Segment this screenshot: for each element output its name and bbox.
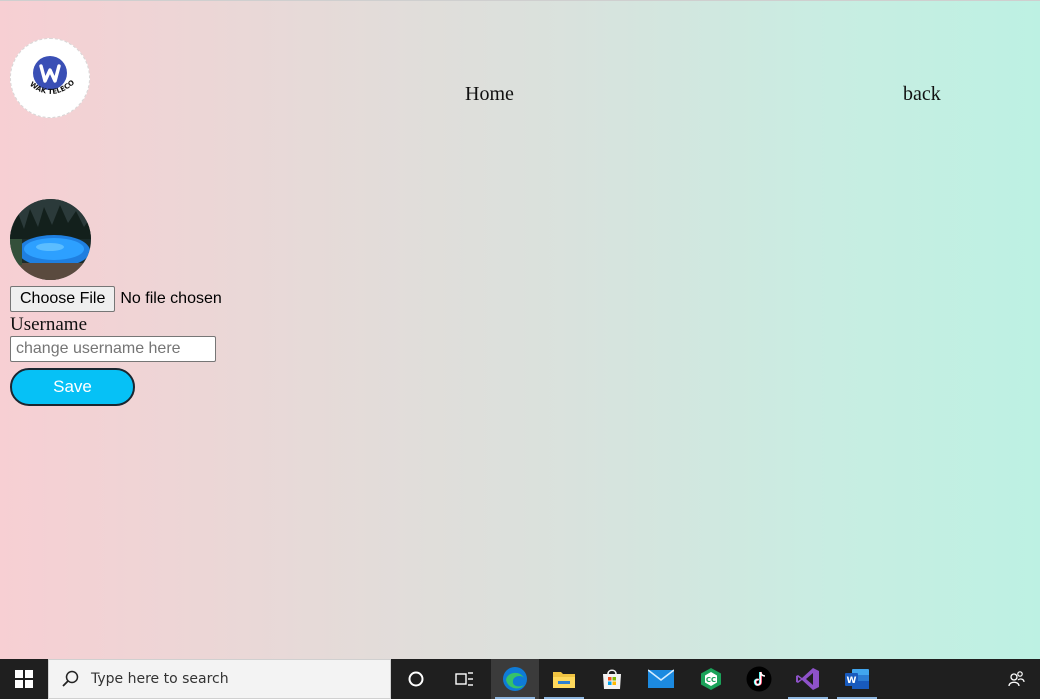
cortana-icon bbox=[408, 671, 424, 687]
search-placeholder: Type here to search bbox=[91, 671, 229, 687]
profile-avatar bbox=[10, 199, 91, 280]
taskbar-file-explorer[interactable] bbox=[540, 659, 588, 699]
file-explorer-icon bbox=[553, 672, 575, 688]
mail-icon bbox=[648, 669, 674, 688]
username-label: Username bbox=[10, 314, 88, 335]
nav-back-link[interactable]: back bbox=[903, 83, 941, 106]
microsoft-store-icon bbox=[603, 669, 621, 689]
word-icon: W bbox=[845, 669, 869, 689]
avatar-image bbox=[10, 199, 91, 280]
taskbar-ccleaner[interactable]: CC bbox=[687, 659, 735, 699]
choose-file-button[interactable]: Choose File bbox=[10, 286, 116, 312]
taskbar-edge[interactable] bbox=[491, 659, 539, 699]
taskbar-mail[interactable] bbox=[637, 659, 685, 699]
brand-logo[interactable]: WAK TELECOM bbox=[10, 38, 90, 118]
people-button[interactable] bbox=[992, 659, 1040, 699]
cortana-button[interactable] bbox=[392, 659, 440, 699]
taskbar-tiktok[interactable] bbox=[735, 659, 783, 699]
task-view-icon bbox=[455, 672, 473, 686]
ccleaner-icon: CC bbox=[701, 668, 721, 690]
taskbar-visual-studio[interactable] bbox=[784, 659, 832, 699]
tiktok-icon bbox=[746, 666, 772, 692]
svg-text:CC: CC bbox=[706, 676, 716, 684]
logo-graphic: WAK TELECOM bbox=[11, 39, 76, 96]
file-upload: Choose File No file chosen bbox=[10, 286, 222, 312]
people-icon bbox=[1008, 671, 1025, 687]
task-view-button[interactable] bbox=[440, 659, 488, 699]
start-button[interactable] bbox=[0, 659, 48, 699]
page-background: WAK TELECOM Home back Choose File No fil… bbox=[0, 0, 1040, 659]
visual-studio-icon bbox=[796, 668, 819, 690]
taskbar-word[interactable]: W bbox=[833, 659, 881, 699]
username-input[interactable] bbox=[10, 336, 216, 362]
windows-taskbar: Type here to search CC W bbox=[0, 659, 1040, 699]
taskbar-store[interactable] bbox=[588, 659, 636, 699]
nav-home-link[interactable]: Home bbox=[465, 83, 514, 106]
search-icon bbox=[62, 670, 79, 687]
save-button[interactable]: Save bbox=[10, 368, 135, 406]
file-status-text: No file chosen bbox=[120, 290, 222, 307]
edge-icon bbox=[503, 667, 527, 691]
svg-text:W: W bbox=[847, 676, 857, 686]
windows-start-icon bbox=[15, 670, 33, 688]
taskbar-search[interactable]: Type here to search bbox=[48, 659, 391, 699]
